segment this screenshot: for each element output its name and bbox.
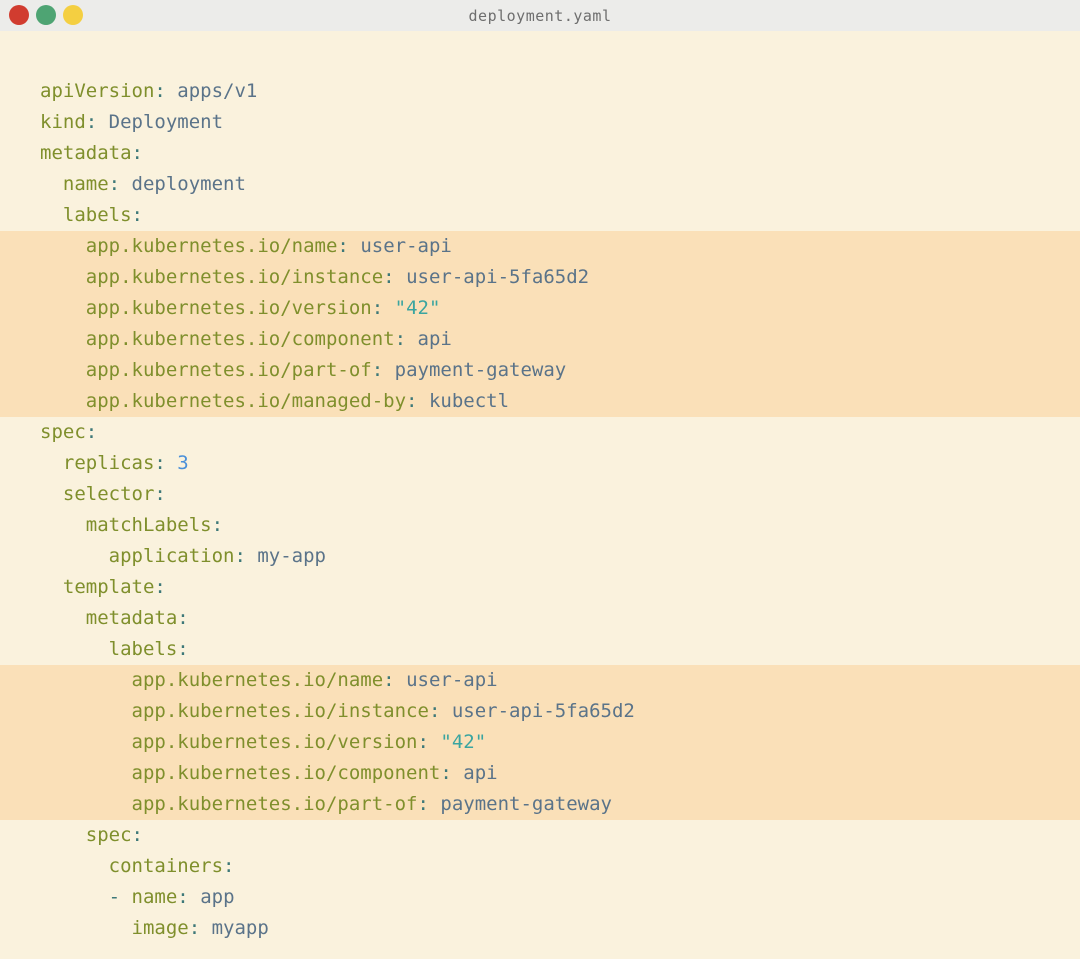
code-line: metadata: <box>40 142 143 164</box>
code-line: labels: <box>40 204 143 226</box>
code-line: selector: <box>40 483 166 505</box>
code-line: app.kubernetes.io/component: api <box>0 324 1080 355</box>
close-button[interactable] <box>9 5 29 25</box>
code-line: apiVersion: apps/v1 <box>40 80 258 102</box>
code-line: replicas: 3 <box>40 452 189 474</box>
code-line: app.kubernetes.io/managed-by: kubectl <box>0 386 1080 417</box>
code-line: metadata: <box>40 607 189 629</box>
code-line: template: <box>40 576 166 598</box>
code-line: app.kubernetes.io/component: api <box>0 758 1080 789</box>
code-line: app.kubernetes.io/version: "42" <box>0 727 1080 758</box>
code-line: app.kubernetes.io/part-of: payment-gatew… <box>0 789 1080 820</box>
code-line: image: myapp <box>40 917 269 939</box>
code-line: app.kubernetes.io/part-of: payment-gatew… <box>0 355 1080 386</box>
maximize-button[interactable] <box>63 5 83 25</box>
code-line: spec: <box>40 824 143 846</box>
code-line: app.kubernetes.io/name: user-api <box>0 231 1080 262</box>
code-line: app.kubernetes.io/instance: user-api-5fa… <box>0 262 1080 293</box>
code-line: application: my-app <box>40 545 326 567</box>
code-line: - name: app <box>108 886 235 908</box>
code-line: matchLabels: <box>40 514 224 536</box>
code-line: app.kubernetes.io/instance: user-api-5fa… <box>0 696 1080 727</box>
code-line: containers: <box>40 855 235 877</box>
traffic-lights <box>9 5 83 25</box>
code-line: spec: <box>40 421 98 443</box>
code-line: app.kubernetes.io/name: user-api <box>0 665 1080 696</box>
titlebar: deployment.yaml <box>0 0 1080 31</box>
code-line: name: deployment <box>40 173 246 195</box>
code-line: kind: Deployment <box>40 111 224 133</box>
editor-window: deployment.yaml apiVersion: apps/v1 kind:… <box>0 0 1080 959</box>
code-content: apiVersion: apps/v1 kind: Deployment metad… <box>0 76 1080 944</box>
code-editor[interactable]: apiVersion: apps/v1 kind: Deployment metad… <box>0 31 1080 959</box>
minimize-button[interactable] <box>36 5 56 25</box>
code-line: app.kubernetes.io/version: "42" <box>0 293 1080 324</box>
window-title: deployment.yaml <box>468 6 612 25</box>
code-line: labels: <box>40 638 189 660</box>
